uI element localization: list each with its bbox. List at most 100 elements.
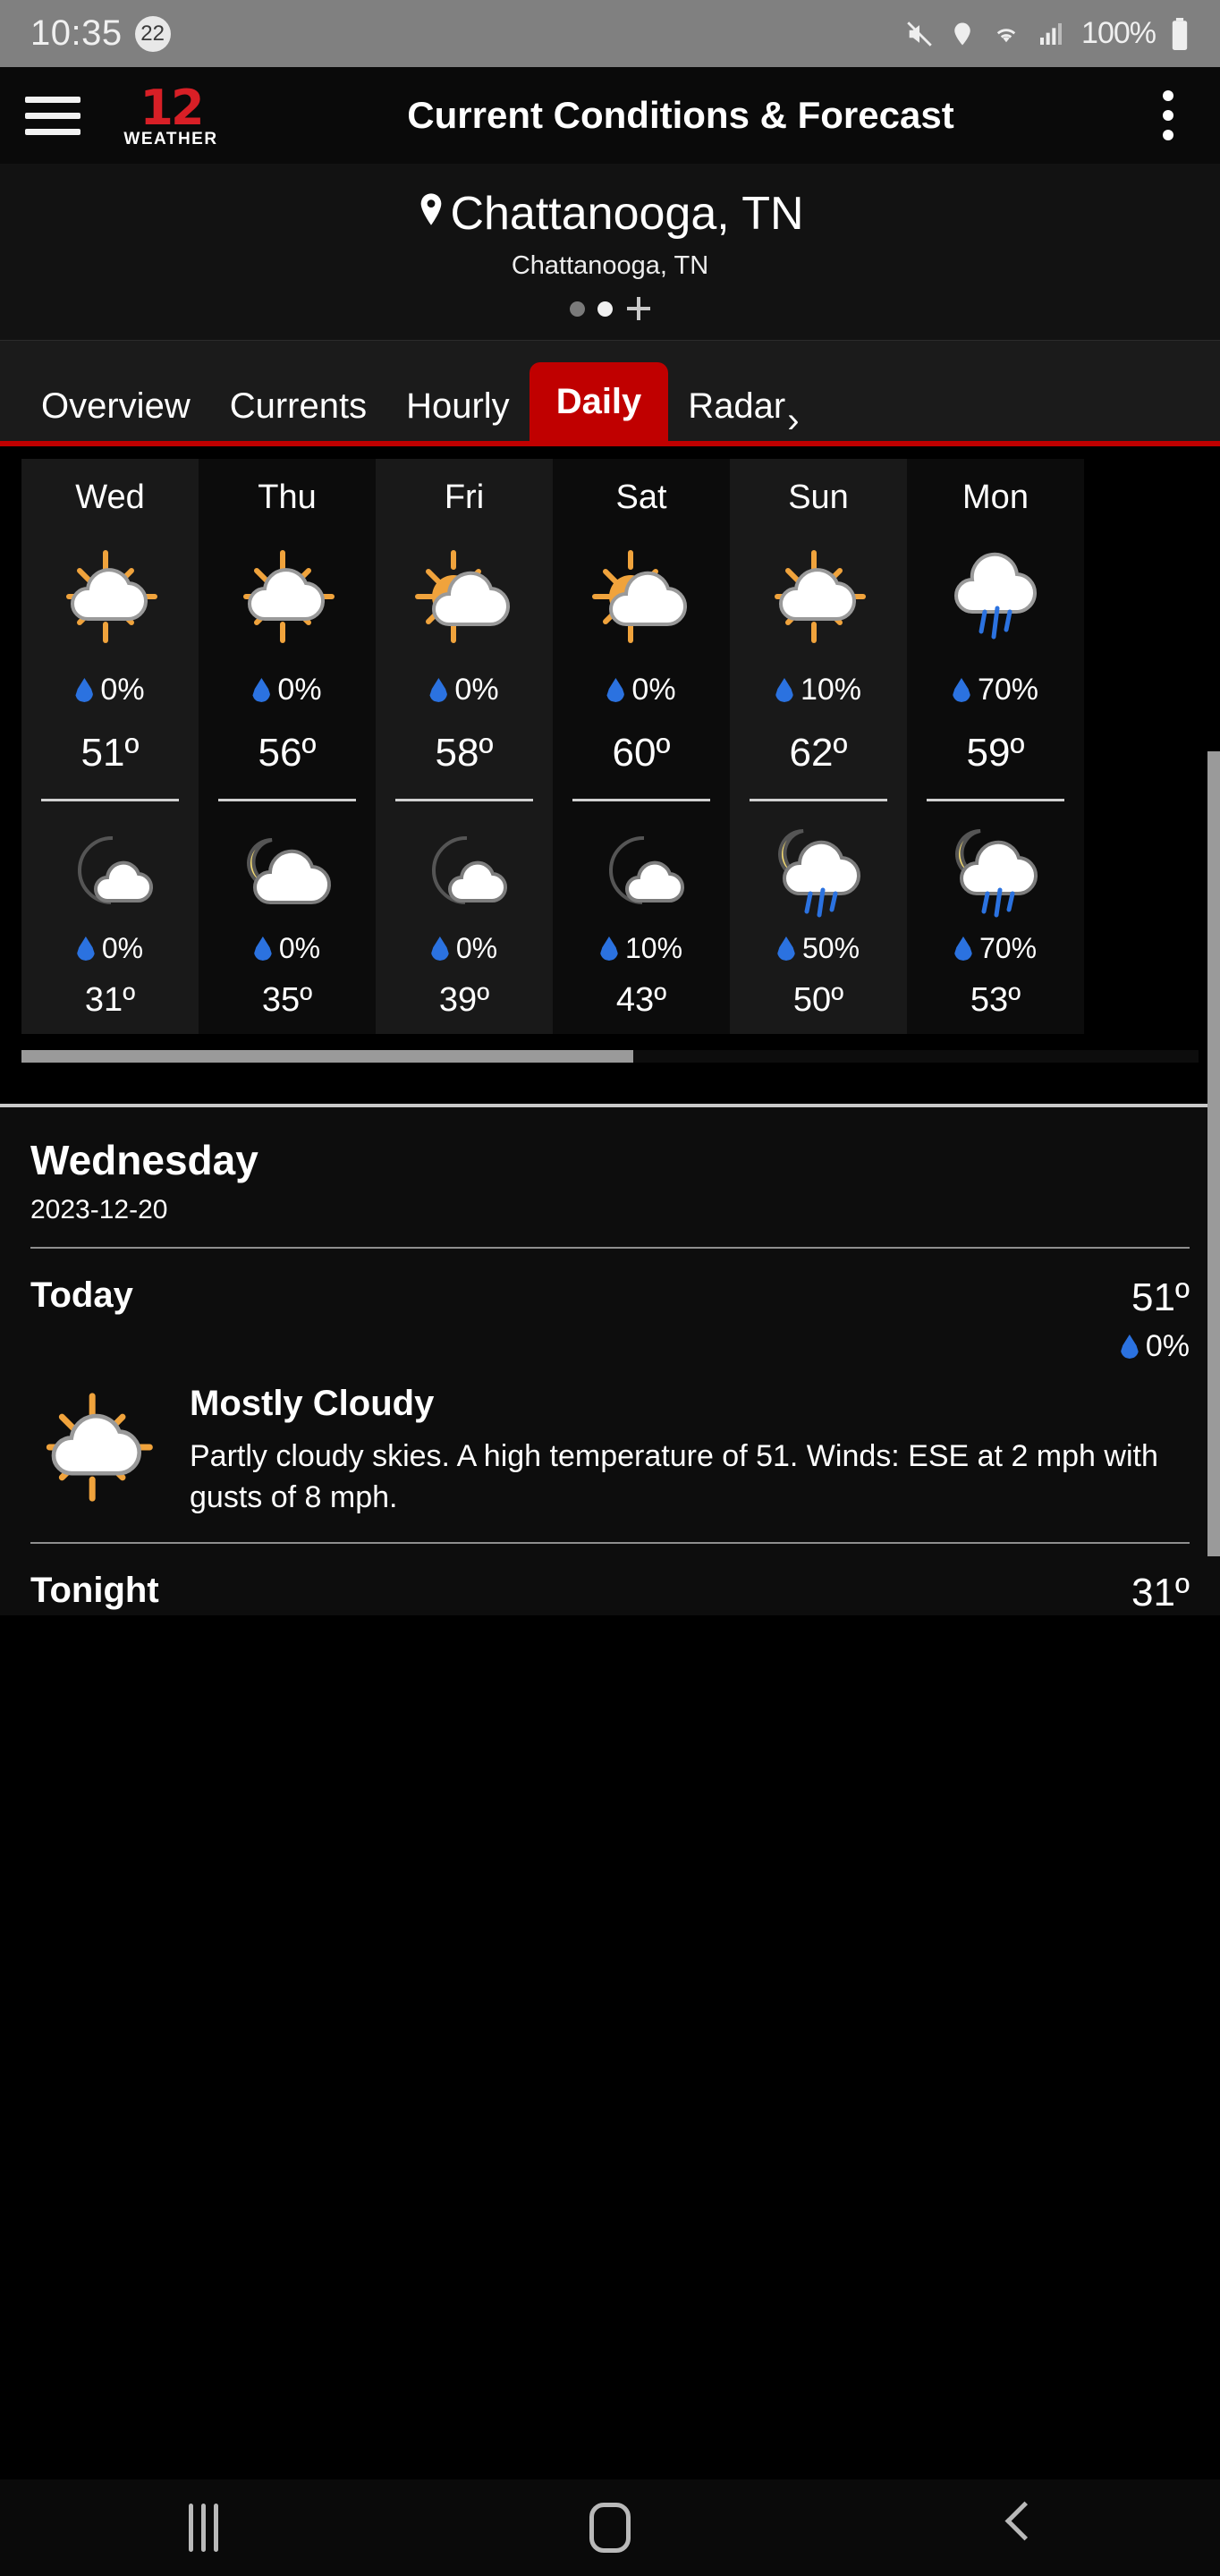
daily-low-temp: 53º: [970, 981, 1021, 1019]
daily-precip-value: 70%: [977, 673, 1039, 707]
app-screen: 10:35 22 100% 12 WEATHER Current Conditi…: [0, 0, 1220, 2576]
partly-sunny-icon: [376, 544, 553, 649]
water-drop-icon: [953, 936, 972, 961]
detail-day-name: Wednesday: [30, 1137, 258, 1183]
moon-with-cloud-icon: [553, 821, 730, 919]
water-drop-icon: [252, 678, 271, 702]
water-drop-icon: [429, 678, 448, 702]
chevron-right-icon[interactable]: ›: [787, 401, 799, 441]
daily-card[interactable]: Thu 0% 56º 0% 35º: [199, 459, 376, 1034]
daily-low-temp: 43º: [615, 981, 667, 1019]
nightly-precip: 0%: [376, 932, 553, 965]
daily-precip-value: 0%: [454, 673, 499, 707]
sun-behind-cloud-icon: [730, 544, 907, 649]
sun-behind-cloud-icon: [21, 544, 199, 649]
add-location-icon[interactable]: [627, 297, 650, 320]
scrollbar-thumb[interactable]: [21, 1050, 634, 1063]
daily-day-label: Sun: [788, 479, 849, 516]
today-label: Today: [30, 1275, 133, 1315]
station-logo[interactable]: 12 WEATHER: [122, 83, 220, 148]
daily-precip: 10%: [730, 673, 907, 708]
water-drop-icon: [430, 936, 449, 961]
daily-low-temp: 39º: [438, 981, 490, 1019]
mostly-cloudy-night-icon: [199, 821, 376, 919]
page-title: Current Conditions & Forecast: [407, 93, 954, 136]
status-bar-left: 10:35 22: [30, 13, 171, 54]
today-temp: 51º: [1131, 1275, 1190, 1319]
mute-icon: [907, 21, 932, 47]
location-pager[interactable]: [0, 297, 1220, 320]
daily-divider: [572, 799, 710, 801]
daily-forecast-strip[interactable]: Wed 0% 51º 0% 31º Thu 0% 56º 0% 35º Fri …: [0, 446, 1220, 1104]
tab-daily[interactable]: Daily: [529, 362, 669, 441]
daily-low-temp: 31º: [84, 981, 136, 1019]
location-icon: [954, 22, 970, 45]
daily-high-temp: 56º: [258, 731, 317, 775]
nightly-precip-value: 0%: [101, 932, 144, 964]
clock: 10:35: [30, 13, 123, 53]
daily-day-label: Mon: [962, 479, 1029, 516]
pager-dot-active[interactable]: [597, 301, 613, 317]
daily-card[interactable]: Mon 70% 59º 70% 53º: [907, 459, 1084, 1034]
location-pin-icon: [421, 193, 442, 225]
daily-card[interactable]: Wed 0% 51º 0% 31º: [21, 459, 199, 1034]
nightly-precip-value: 70%: [979, 932, 1038, 964]
daily-card[interactable]: Sun 10% 62º 50% 50º: [730, 459, 907, 1034]
today-detail-body: Mostly Cloudy Partly cloudy skies. A hig…: [30, 1364, 1190, 1542]
nightly-precip-value: 10%: [624, 932, 683, 964]
daily-precip-value: 0%: [277, 673, 322, 707]
daily-precip-value: 10%: [800, 673, 862, 707]
sun-behind-cloud-icon: [199, 544, 376, 649]
daily-precip: 0%: [199, 673, 376, 708]
back-button[interactable]: [919, 2479, 1115, 2576]
horizontal-scrollbar[interactable]: [21, 1050, 1199, 1063]
nightly-precip-value: 0%: [278, 932, 321, 964]
daily-day-label: Fri: [444, 479, 485, 516]
water-drop-icon: [952, 678, 970, 702]
location-subtitle: Chattanooga, TN: [511, 251, 709, 280]
daily-card[interactable]: Fri 0% 58º 0% 39º: [376, 459, 553, 1034]
app-bar: 12 WEATHER Current Conditions & Forecast: [0, 67, 1220, 164]
daily-divider: [927, 799, 1064, 801]
nightly-precip: 0%: [199, 932, 376, 965]
kebab-menu-icon[interactable]: [1141, 90, 1195, 140]
sun-behind-cloud-icon: [30, 1384, 165, 1505]
daily-card[interactable]: Sat 0% 60º 10% 43º: [553, 459, 730, 1034]
pager-dot[interactable]: [570, 301, 585, 317]
tonight-temp: 31º: [1131, 1570, 1190, 1614]
moon-with-cloud-icon: [376, 821, 553, 919]
water-drop-icon: [75, 678, 94, 702]
tab-hourly[interactable]: Hourly: [386, 371, 530, 441]
location-header[interactable]: Chattanooga, TN Chattanooga, TN: [0, 164, 1220, 341]
daily-precip: 0%: [376, 673, 553, 708]
daily-divider: [218, 799, 356, 801]
home-icon: [589, 2503, 631, 2553]
tab-currents[interactable]: Currents: [210, 371, 386, 441]
daily-high-temp: 62º: [789, 731, 848, 775]
today-condition: Mostly Cloudy: [190, 1384, 435, 1423]
nightly-precip: 70%: [907, 932, 1084, 965]
today-precip-value: 0%: [1145, 1329, 1190, 1363]
notification-count-badge: 22: [134, 15, 171, 52]
home-button[interactable]: [512, 2479, 708, 2576]
nightly-precip-value: 50%: [801, 932, 860, 964]
daily-precip-value: 0%: [631, 673, 676, 707]
water-drop-icon: [776, 936, 795, 961]
daily-day-label: Thu: [258, 479, 317, 516]
location-name: Chattanooga, TN: [450, 188, 804, 240]
tab-radar[interactable]: Radar: [668, 371, 785, 441]
recents-button[interactable]: [105, 2479, 301, 2576]
signal-icon: [1040, 22, 1063, 45]
partly-sunny-icon: [553, 544, 730, 649]
hamburger-menu-icon[interactable]: [25, 96, 80, 135]
daily-low-temp: 35º: [261, 981, 313, 1019]
water-drop-icon: [775, 678, 793, 702]
daily-low-temp: 50º: [792, 981, 844, 1019]
tonight-summary-row: Tonight 31º: [30, 1544, 1190, 1615]
daily-divider: [750, 799, 887, 801]
today-summary-row: Today 51º 0%: [30, 1249, 1190, 1364]
tab-overview[interactable]: Overview: [21, 371, 210, 441]
vertical-scrollbar[interactable]: [1207, 751, 1220, 1556]
daily-precip: 0%: [553, 673, 730, 708]
